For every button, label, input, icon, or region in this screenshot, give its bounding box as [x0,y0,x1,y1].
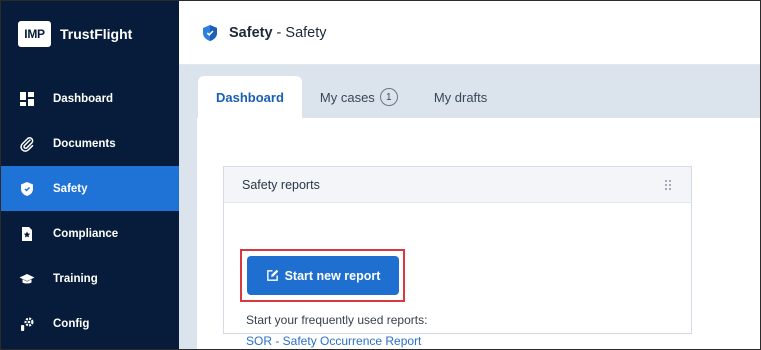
graduation-cap-icon [18,270,36,288]
edit-icon [266,269,278,281]
frequent-reports-label: Start your frequently used reports: [246,313,428,327]
sidebar-item-label: Documents [53,137,116,150]
shield-icon [18,180,36,198]
sidebar-item-label: Config [53,317,90,330]
sidebar-item-training[interactable]: Training [1,256,179,301]
tab-label: My drafts [433,89,488,105]
sidebar-item-documents[interactable]: Documents [1,121,179,166]
start-new-report-label: Start new report [284,268,381,283]
widget-header: Safety reports [224,167,691,203]
shield-icon [203,24,217,41]
sidebar-item-label: Safety [53,182,88,195]
sor-report-link[interactable]: SOR - Safety Occurrence Report [246,334,421,348]
safety-reports-widget: Safety reports Start new report Start yo… [223,166,692,348]
tab-label: My cases [319,89,375,105]
cases-count-badge: 1 [379,88,398,106]
dashboard-icon [18,90,36,108]
page-title-section: - Safety [272,24,327,41]
sidebar-nav: Dashboard Documents Safety Compliance Tr… [1,76,179,346]
paperclip-icon [18,135,36,153]
sidebar-item-safety[interactable]: Safety [1,166,179,211]
sidebar-item-label: Dashboard [53,92,114,105]
tab-bar: Dashboard My cases 1 My drafts [198,76,505,118]
widget-title: Safety reports [242,177,320,192]
brand-logo-text: IMP [24,27,45,41]
drag-handle-icon[interactable] [663,179,673,191]
star-document-icon [18,225,36,243]
tab-my-cases[interactable]: My cases 1 [302,76,416,118]
sidebar-item-compliance[interactable]: Compliance [1,211,179,256]
page-header: Safety - Safety [179,1,760,65]
tab-dashboard[interactable]: Dashboard [198,76,302,118]
sidebar-item-label: Training [53,272,98,285]
brand-name: TrustFlight [60,26,133,42]
app-window: IMP TrustFlight Dashboard Documents Safe… [0,0,761,350]
brand-logo: IMP [18,21,51,47]
gear-icon [18,315,36,333]
sidebar: IMP TrustFlight Dashboard Documents Safe… [1,1,179,349]
start-new-report-button[interactable]: Start new report [247,256,399,295]
brand[interactable]: IMP TrustFlight [1,1,179,67]
tab-my-drafts[interactable]: My drafts [416,76,505,118]
sidebar-item-config[interactable]: Config [1,301,179,346]
sidebar-item-label: Compliance [53,227,119,240]
sidebar-item-dashboard[interactable]: Dashboard [1,76,179,121]
tab-label: Dashboard [216,89,284,105]
page-title: Safety - Safety [229,25,327,41]
page-title-module: Safety [229,24,273,41]
